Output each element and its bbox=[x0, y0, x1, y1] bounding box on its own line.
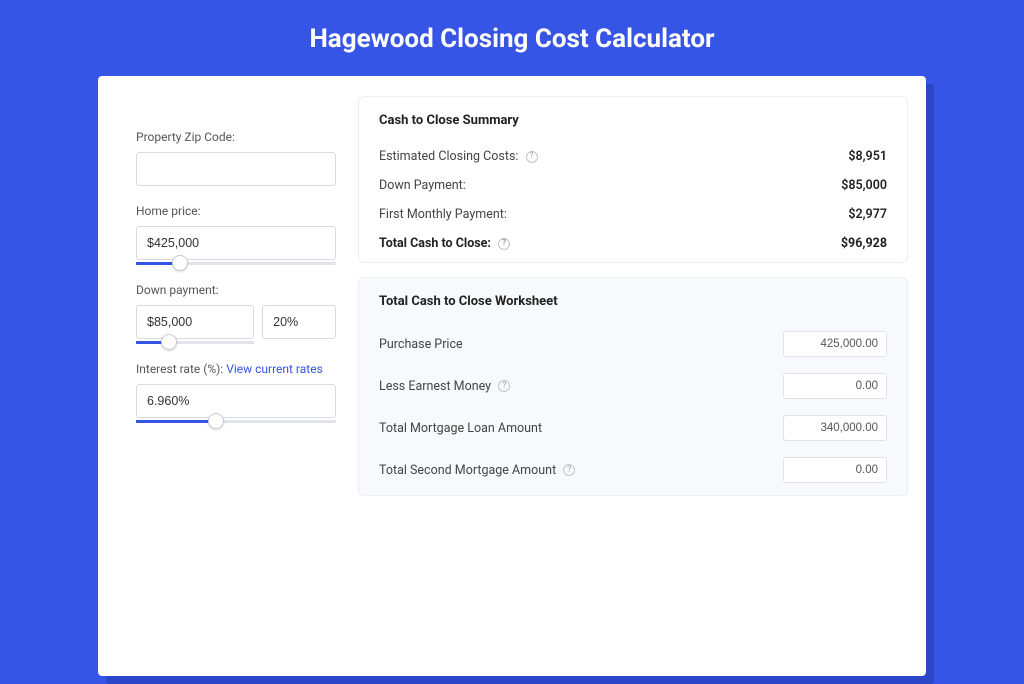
summary-row: Estimated Closing Costs: ? $8,951 bbox=[379, 142, 887, 171]
inputs-column: Property Zip Code: Home price: Down paym… bbox=[98, 76, 358, 676]
worksheet-input[interactable] bbox=[783, 415, 887, 441]
down-payment-slider[interactable] bbox=[136, 341, 254, 344]
down-payment-input[interactable] bbox=[136, 305, 254, 339]
worksheet-row-label: Purchase Price bbox=[379, 337, 463, 352]
down-payment-pct-input[interactable] bbox=[262, 305, 336, 339]
summary-row: First Monthly Payment: $2,977 bbox=[379, 200, 887, 229]
worksheet-row: Total Second Mortgage Amount ? bbox=[379, 449, 887, 491]
worksheet-input[interactable] bbox=[783, 373, 887, 399]
summary-row: Down Payment: $85,000 bbox=[379, 171, 887, 200]
worksheet-row-label: Total Mortgage Loan Amount bbox=[379, 421, 542, 436]
zip-input[interactable] bbox=[136, 152, 336, 186]
summary-total-value: $96,928 bbox=[841, 236, 887, 251]
results-column: Cash to Close Summary Estimated Closing … bbox=[358, 76, 926, 676]
summary-total-label: Total Cash to Close: ? bbox=[379, 236, 510, 251]
rate-label-text: Interest rate (%): bbox=[136, 362, 226, 376]
summary-row-value: $2,977 bbox=[848, 207, 887, 222]
worksheet-title: Total Cash to Close Worksheet bbox=[379, 294, 887, 309]
rate-label: Interest rate (%): View current rates bbox=[136, 362, 336, 376]
home-price-input[interactable] bbox=[136, 226, 336, 260]
worksheet-row: Total Mortgage Loan Amount bbox=[379, 407, 887, 449]
worksheet-row-label: Less Earnest Money ? bbox=[379, 379, 510, 394]
summary-total-row: Total Cash to Close: ? $96,928 bbox=[379, 229, 887, 258]
slider-thumb-icon[interactable] bbox=[172, 255, 188, 271]
summary-row-label: Down Payment: bbox=[379, 178, 466, 193]
home-price-slider[interactable] bbox=[136, 262, 336, 265]
summary-title: Cash to Close Summary bbox=[379, 113, 887, 128]
help-icon[interactable]: ? bbox=[526, 151, 538, 163]
summary-row-label: Estimated Closing Costs: ? bbox=[379, 149, 538, 164]
field-down-payment: Down payment: bbox=[136, 283, 336, 344]
slider-thumb-icon[interactable] bbox=[208, 413, 224, 429]
field-interest-rate: Interest rate (%): View current rates bbox=[136, 362, 336, 423]
rate-slider[interactable] bbox=[136, 420, 336, 423]
calculator-panel: Property Zip Code: Home price: Down paym… bbox=[98, 76, 926, 676]
worksheet-card: Total Cash to Close Worksheet Purchase P… bbox=[358, 277, 908, 496]
view-rates-link[interactable]: View current rates bbox=[226, 362, 323, 376]
worksheet-row-label: Total Second Mortgage Amount ? bbox=[379, 463, 575, 478]
field-home-price: Home price: bbox=[136, 204, 336, 265]
worksheet-input[interactable] bbox=[783, 331, 887, 357]
worksheet-row: Less Earnest Money ? bbox=[379, 365, 887, 407]
field-zip: Property Zip Code: bbox=[136, 130, 336, 186]
home-price-label: Home price: bbox=[136, 204, 336, 218]
down-payment-label: Down payment: bbox=[136, 283, 336, 297]
worksheet-input[interactable] bbox=[783, 457, 887, 483]
summary-row-label: First Monthly Payment: bbox=[379, 207, 507, 222]
slider-thumb-icon[interactable] bbox=[161, 334, 177, 350]
summary-card: Cash to Close Summary Estimated Closing … bbox=[358, 96, 908, 263]
help-icon[interactable]: ? bbox=[498, 380, 510, 392]
help-icon[interactable]: ? bbox=[563, 464, 575, 476]
rate-input[interactable] bbox=[136, 384, 336, 418]
summary-row-value: $8,951 bbox=[848, 149, 887, 164]
page-title: Hagewood Closing Cost Calculator bbox=[0, 0, 1024, 76]
worksheet-row: Purchase Price bbox=[379, 323, 887, 365]
zip-label: Property Zip Code: bbox=[136, 130, 336, 144]
summary-row-value: $85,000 bbox=[841, 178, 887, 193]
help-icon[interactable]: ? bbox=[498, 238, 510, 250]
